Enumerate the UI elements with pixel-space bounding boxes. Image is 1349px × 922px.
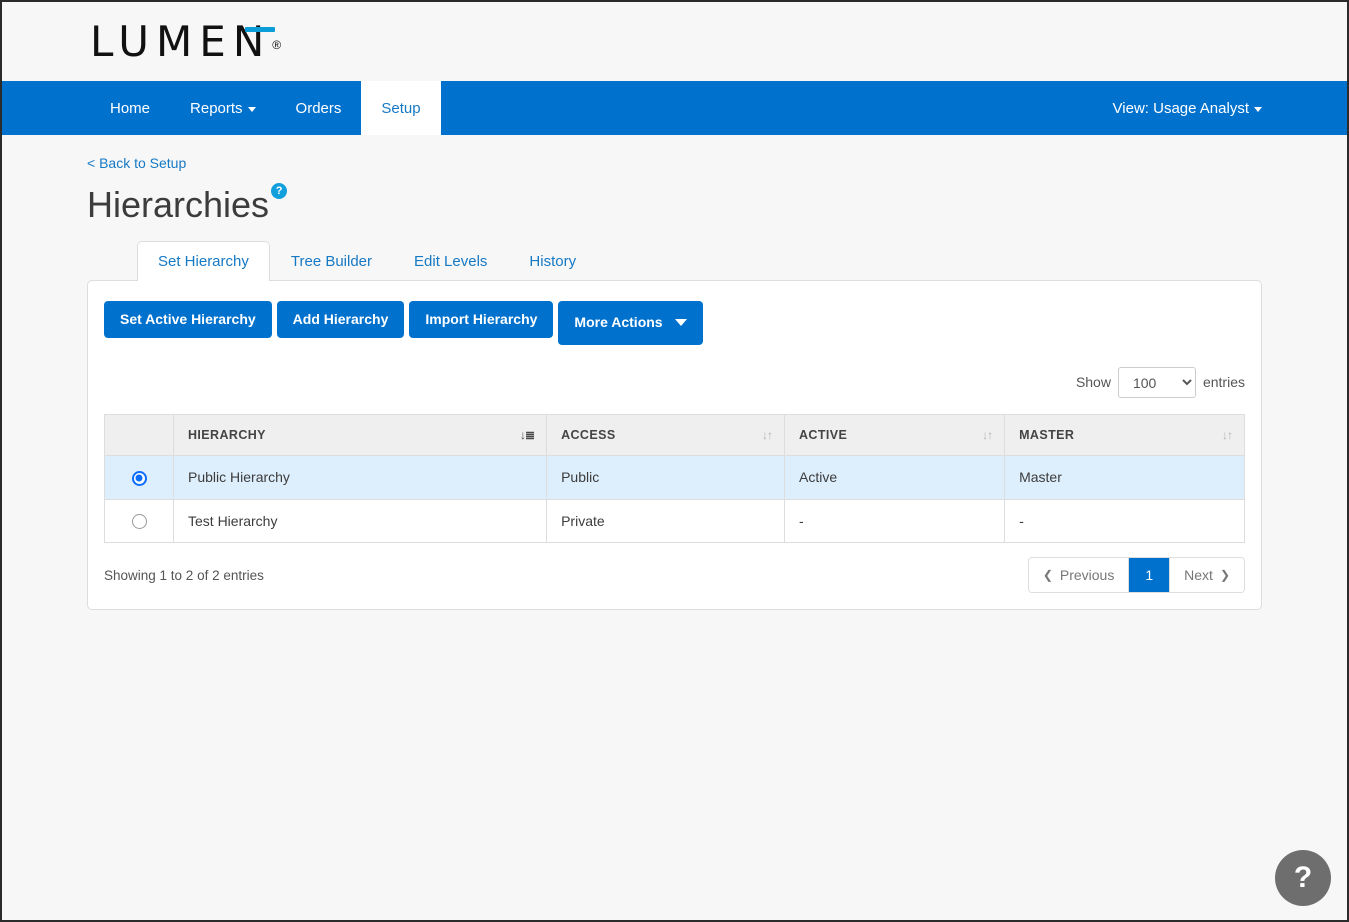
page-number-button-1[interactable]: 1 (1129, 558, 1170, 592)
table-row[interactable]: Public Hierarchy Public Active Master (105, 455, 1245, 499)
nav-item-setup[interactable]: Setup (361, 81, 440, 135)
view-selector-label: View: Usage Analyst (1113, 100, 1249, 117)
add-hierarchy-button[interactable]: Add Hierarchy (277, 301, 405, 338)
column-header-active[interactable]: ACTIVE ↓↑ (784, 414, 1004, 455)
showing-entries-text: Showing 1 to 2 of 2 entries (104, 568, 264, 583)
tab-edit-levels[interactable]: Edit Levels (393, 241, 508, 280)
cell-access: Public (547, 455, 785, 499)
pagination: ❮ Previous 1 Next ❯ (1028, 557, 1245, 593)
cell-master: Master (1005, 455, 1245, 499)
app-window: LUMEN® Home Reports Orders Setup View: U… (0, 0, 1349, 922)
cell-active: Active (784, 455, 1004, 499)
row-radio-button[interactable] (132, 514, 147, 529)
chevron-down-icon (248, 107, 256, 112)
page-content: < Back to Setup Hierarchies ? Set Hierar… (2, 135, 1347, 610)
column-header-access-label: ACCESS (561, 428, 616, 442)
column-header-hierarchy[interactable]: HIERARCHY ↓≣ (174, 414, 547, 455)
import-hierarchy-button[interactable]: Import Hierarchy (409, 301, 553, 338)
tab-tree-builder[interactable]: Tree Builder (270, 241, 393, 280)
hierarchies-panel: Set Active Hierarchy Add Hierarchy Impor… (87, 280, 1262, 610)
tab-history-label: History (529, 253, 576, 270)
sort-toggle-icon[interactable]: ↓↑ (982, 429, 992, 441)
nav-item-home-label: Home (110, 100, 150, 117)
tab-bar: Set Hierarchy Tree Builder Edit Levels H… (87, 241, 1262, 280)
sort-descending-icon[interactable]: ↓≣ (520, 429, 534, 441)
set-active-hierarchy-button[interactable]: Set Active Hierarchy (104, 301, 272, 338)
sort-toggle-icon[interactable]: ↓↑ (762, 429, 772, 441)
back-to-setup-link[interactable]: < Back to Setup (87, 155, 186, 171)
logo-wordmark: LUMEN (90, 17, 271, 66)
question-mark-icon[interactable]: ? (271, 183, 287, 199)
action-toolbar: Set Active Hierarchy Add Hierarchy Impor… (104, 301, 1245, 345)
page-title-row: Hierarchies ? (87, 187, 1262, 223)
show-entries-control: Show 100 entries (104, 367, 1245, 398)
tab-set-hierarchy-label: Set Hierarchy (158, 253, 249, 270)
previous-page-button[interactable]: ❮ Previous (1029, 558, 1130, 592)
main-navbar: Home Reports Orders Setup View: Usage An… (2, 81, 1347, 135)
nav-item-home[interactable]: Home (90, 81, 170, 135)
entries-per-page-select[interactable]: 100 (1118, 367, 1196, 398)
logo-accent-dash-icon (245, 27, 275, 32)
chevron-down-icon (675, 319, 687, 326)
nav-item-setup-label: Setup (381, 100, 420, 117)
column-header-hierarchy-label: HIERARCHY (188, 428, 266, 442)
table-body: Public Hierarchy Public Active Master Te… (105, 455, 1245, 543)
nav-item-reports-label: Reports (190, 100, 243, 117)
next-page-button[interactable]: Next ❯ (1170, 558, 1244, 592)
show-entries-suffix: entries (1203, 374, 1245, 390)
chevron-left-icon: ❮ (1043, 568, 1053, 582)
cell-hierarchy: Public Hierarchy (174, 455, 547, 499)
cell-hierarchy: Test Hierarchy (174, 499, 547, 543)
more-actions-button[interactable]: More Actions (558, 301, 702, 345)
nav-items: Home Reports Orders Setup (90, 81, 441, 135)
registered-trademark-icon: ® (272, 38, 281, 52)
column-header-master-label: MASTER (1019, 428, 1074, 442)
column-header-access[interactable]: ACCESS ↓↑ (547, 414, 785, 455)
tab-tree-builder-label: Tree Builder (291, 253, 372, 270)
row-radio-button[interactable] (132, 471, 147, 486)
tab-set-hierarchy[interactable]: Set Hierarchy (137, 241, 270, 281)
nav-item-orders[interactable]: Orders (276, 81, 362, 135)
table-row[interactable]: Test Hierarchy Private - - (105, 499, 1245, 543)
nav-item-orders-label: Orders (296, 100, 342, 117)
previous-page-label: Previous (1060, 567, 1114, 583)
row-select-cell[interactable] (105, 499, 174, 543)
nav-item-reports[interactable]: Reports (170, 81, 276, 135)
more-actions-label: More Actions (574, 314, 662, 331)
next-page-label: Next (1184, 567, 1213, 583)
tab-edit-levels-label: Edit Levels (414, 253, 487, 270)
column-header-master[interactable]: MASTER ↓↑ (1005, 414, 1245, 455)
table-header-row: HIERARCHY ↓≣ ACCESS ↓↑ ACTIVE ↓↑ MASTE (105, 414, 1245, 455)
help-fab-icon[interactable]: ? (1275, 850, 1331, 906)
sort-toggle-icon[interactable]: ↓↑ (1222, 429, 1232, 441)
show-entries-prefix: Show (1076, 374, 1111, 390)
tab-history[interactable]: History (508, 241, 597, 280)
table-footer: Showing 1 to 2 of 2 entries ❮ Previous 1… (104, 557, 1245, 593)
chevron-right-icon: ❯ (1220, 568, 1230, 582)
brand-header: LUMEN® (2, 2, 1347, 81)
hierarchies-table: HIERARCHY ↓≣ ACCESS ↓↑ ACTIVE ↓↑ MASTE (104, 414, 1245, 544)
cell-access: Private (547, 499, 785, 543)
cell-active: - (784, 499, 1004, 543)
lumen-logo[interactable]: LUMEN® (90, 21, 281, 63)
column-header-active-label: ACTIVE (799, 428, 847, 442)
chevron-down-icon (1254, 107, 1262, 112)
table-head: HIERARCHY ↓≣ ACCESS ↓↑ ACTIVE ↓↑ MASTE (105, 414, 1245, 455)
select-column-header (105, 414, 174, 455)
page-title: Hierarchies (87, 187, 269, 223)
cell-master: - (1005, 499, 1245, 543)
row-select-cell[interactable] (105, 455, 174, 499)
view-selector[interactable]: View: Usage Analyst (1113, 81, 1347, 135)
